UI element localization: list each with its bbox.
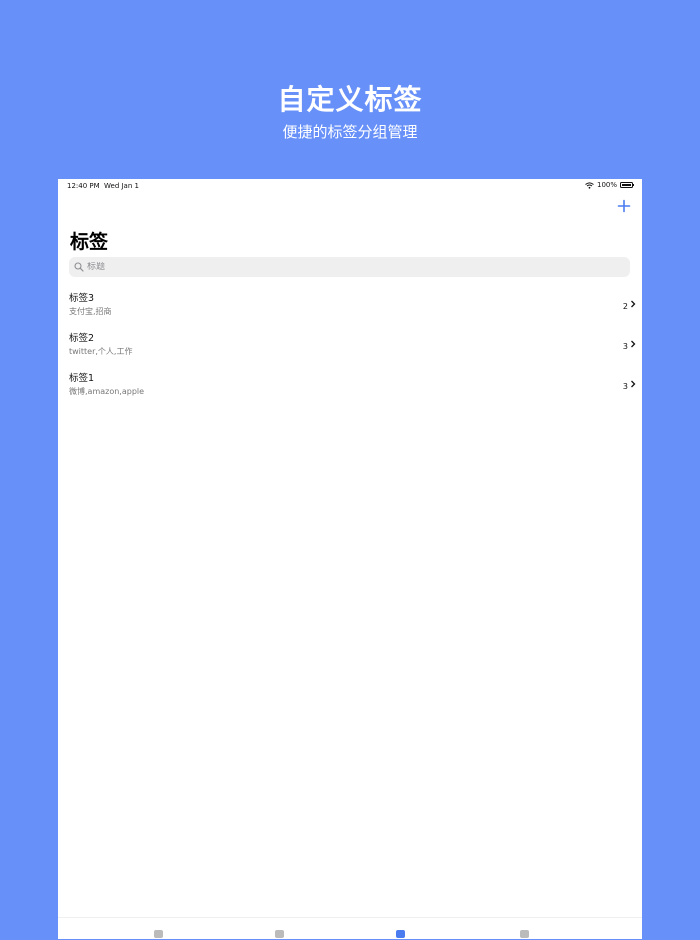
list-item[interactable]: 标签3 支付宝,招商 2: [58, 284, 642, 324]
tag-count: 3: [622, 382, 628, 391]
status-bar: 12:40 PM Wed Jan 1 100%: [58, 179, 642, 193]
battery-percent: 100%: [596, 181, 617, 189]
tag-name: 标签1: [69, 373, 95, 384]
page-title: 标签: [70, 231, 109, 253]
tab-bar: [58, 917, 642, 940]
tag-name: 标签2: [69, 333, 95, 344]
tag-count: 2: [622, 302, 628, 311]
add-tag-button[interactable]: [616, 198, 632, 214]
plus-icon[interactable]: [616, 198, 632, 214]
tab-2[interactable]: [275, 930, 299, 940]
chevron-right-icon: [631, 300, 636, 308]
tab-icon: [520, 930, 529, 938]
search-icon: [74, 262, 84, 272]
tag-name: 标签3: [69, 293, 95, 304]
tab-icon: [154, 930, 163, 938]
battery-icon: [620, 182, 634, 188]
tag-list: 标签3 支付宝,招商 2 标签2 twitter,个人,工作 3 标签1 微博,…: [58, 284, 642, 404]
hero-subtitle: 便捷的标签分组管理: [282, 123, 418, 141]
status-date: Wed Jan 1: [104, 182, 139, 190]
device-screen: 12:40 PM Wed Jan 1 100% 标签 标题 标签3 支付宝,招商…: [58, 179, 642, 939]
tab-icon: [396, 930, 405, 938]
list-item[interactable]: 标签2 twitter,个人,工作 3: [58, 324, 642, 364]
chevron-right-icon: [631, 380, 636, 388]
status-time: 12:40 PM: [67, 182, 100, 190]
tab-4[interactable]: [520, 930, 544, 940]
search-bar[interactable]: [69, 257, 630, 277]
tag-items: 微博,amazon,apple: [69, 387, 145, 396]
tab-icon: [275, 930, 284, 938]
chevron-right-icon: [631, 340, 636, 348]
list-item[interactable]: 标签1 微博,amazon,apple 3: [58, 364, 642, 404]
search-input[interactable]: [87, 262, 587, 272]
tag-items: twitter,个人,工作: [69, 347, 133, 356]
hero-title: 自定义标签: [277, 83, 423, 116]
wifi-icon: [585, 181, 594, 189]
tag-items: 支付宝,招商: [69, 307, 112, 316]
tag-count: 3: [622, 342, 628, 351]
tab-3-active[interactable]: [396, 930, 420, 940]
tab-1[interactable]: [154, 930, 178, 940]
status-right: 100%: [585, 181, 634, 189]
